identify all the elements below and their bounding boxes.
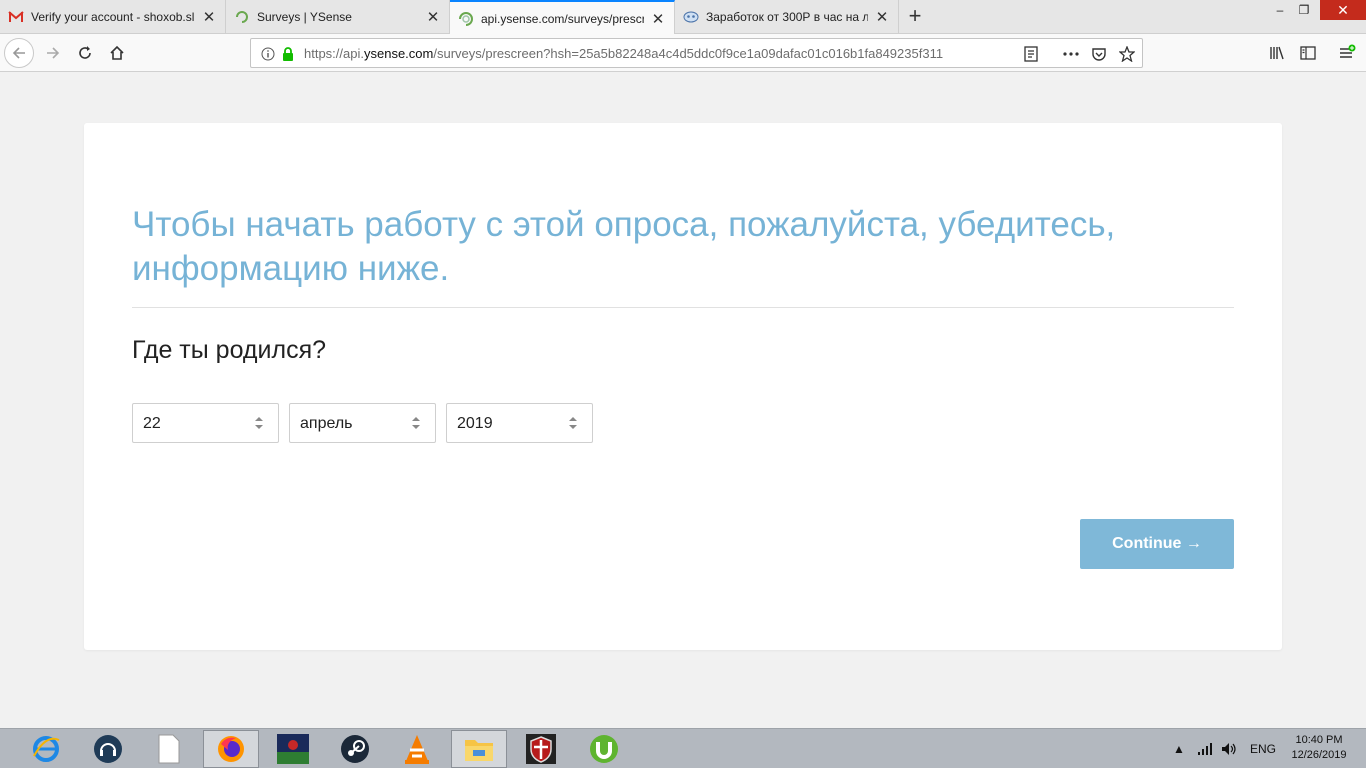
volume-icon[interactable] bbox=[1221, 729, 1237, 768]
page-heading: Чтобы начать работу с этой опроса, пожал… bbox=[132, 205, 1116, 288]
page-actions-icon[interactable] bbox=[1062, 45, 1080, 63]
tab-title: api.ysense.com/surveys/prescr bbox=[481, 11, 644, 26]
tab-zarabotok[interactable]: Заработок от 300Р в час на лу ✕ bbox=[675, 0, 899, 34]
nav-bar: https://api.ysense.com/surveys/prescreen… bbox=[0, 34, 1366, 72]
url-bar[interactable]: https://api.ysense.com/surveys/prescreen… bbox=[250, 38, 1143, 68]
divider bbox=[132, 307, 1234, 308]
taskbar: ▲ ENG 10:40 PM 12/26/2019 bbox=[0, 728, 1366, 768]
reader-view-icon[interactable] bbox=[1022, 45, 1040, 63]
ysense-icon bbox=[234, 9, 250, 25]
library-icon bbox=[1270, 46, 1284, 60]
lock-icon[interactable] bbox=[279, 45, 297, 63]
tab-close-icon[interactable]: ✕ bbox=[874, 8, 890, 26]
sidebar-icon bbox=[1300, 46, 1316, 60]
window-close-button[interactable]: ✕ bbox=[1320, 0, 1366, 20]
month-select[interactable]: апрель bbox=[289, 403, 436, 443]
sidebar-button[interactable] bbox=[1293, 38, 1323, 68]
tab-close-icon[interactable]: ✕ bbox=[650, 10, 666, 28]
vlc-icon[interactable] bbox=[389, 730, 445, 768]
mask-icon bbox=[683, 9, 699, 25]
pocket-icon[interactable] bbox=[1090, 45, 1108, 63]
hamburger-menu-icon bbox=[1340, 44, 1356, 58]
home-icon bbox=[110, 45, 124, 60]
loading-icon bbox=[458, 11, 474, 27]
tab-bar: Verify your account - shoxob.sl ✕ Survey… bbox=[0, 0, 1366, 35]
ie-icon[interactable] bbox=[18, 730, 74, 768]
reload-button[interactable] bbox=[70, 38, 100, 68]
library-button[interactable] bbox=[1262, 38, 1292, 68]
gmail-icon bbox=[8, 9, 24, 25]
url-text: https://api.ysense.com/surveys/prescreen… bbox=[304, 46, 944, 61]
utorrent-icon[interactable] bbox=[576, 730, 632, 768]
tab-close-icon[interactable]: ✕ bbox=[201, 8, 217, 26]
select-arrows-icon bbox=[412, 417, 420, 429]
year-value: 2019 bbox=[457, 415, 493, 432]
select-arrows-icon bbox=[569, 417, 577, 429]
question-label: Где ты родился? bbox=[132, 336, 327, 364]
pes-game-icon[interactable] bbox=[265, 730, 321, 768]
tab-api-ysense[interactable]: api.ysense.com/surveys/prescr ✕ bbox=[450, 0, 675, 35]
day-select[interactable]: 22 bbox=[132, 403, 279, 443]
back-arrow-icon bbox=[12, 47, 25, 59]
clock[interactable]: 10:40 PM 12/26/2019 bbox=[1284, 733, 1354, 763]
month-value: апрель bbox=[300, 415, 353, 432]
menu-button[interactable] bbox=[1332, 38, 1362, 68]
file-icon[interactable] bbox=[141, 730, 197, 768]
tray-up-arrow-icon[interactable]: ▲ bbox=[1173, 729, 1185, 768]
tab-title: Заработок от 300Р в час на лу bbox=[706, 10, 868, 24]
back-button[interactable] bbox=[4, 38, 34, 68]
network-icon[interactable] bbox=[1197, 729, 1213, 768]
forward-button[interactable] bbox=[38, 38, 68, 68]
continue-button[interactable]: Continue → bbox=[1080, 519, 1234, 569]
tab-ysense[interactable]: Surveys | YSense ✕ bbox=[226, 0, 450, 34]
prescreen-card: Чтобы начать работу с этой опроса, пожал… bbox=[84, 123, 1282, 650]
clock-time: 10:40 PM bbox=[1295, 734, 1343, 746]
new-tab-button[interactable]: + bbox=[903, 5, 927, 29]
day-value: 22 bbox=[143, 415, 161, 432]
shield-game-icon[interactable] bbox=[513, 730, 569, 768]
select-arrows-icon bbox=[255, 417, 263, 429]
steam-icon[interactable] bbox=[327, 730, 383, 768]
tab-title: Verify your account - shoxob.sl bbox=[31, 10, 195, 24]
restore-button[interactable]: ❐ bbox=[1290, 0, 1318, 20]
explorer-icon[interactable] bbox=[451, 730, 507, 768]
firefox-icon[interactable] bbox=[203, 730, 259, 768]
reload-icon bbox=[79, 46, 91, 59]
home-button[interactable] bbox=[102, 38, 132, 68]
info-icon[interactable] bbox=[259, 45, 277, 63]
bookmark-star-icon[interactable] bbox=[1118, 45, 1136, 63]
year-select[interactable]: 2019 bbox=[446, 403, 593, 443]
language-indicator[interactable]: ENG bbox=[1250, 729, 1276, 768]
clock-date: 12/26/2019 bbox=[1291, 749, 1347, 761]
forward-arrow-icon bbox=[47, 47, 60, 59]
tab-title: Surveys | YSense bbox=[257, 10, 352, 24]
headset-icon[interactable] bbox=[80, 730, 136, 768]
tab-close-icon[interactable]: ✕ bbox=[425, 8, 441, 26]
tab-gmail[interactable]: Verify your account - shoxob.sl ✕ bbox=[0, 0, 226, 34]
